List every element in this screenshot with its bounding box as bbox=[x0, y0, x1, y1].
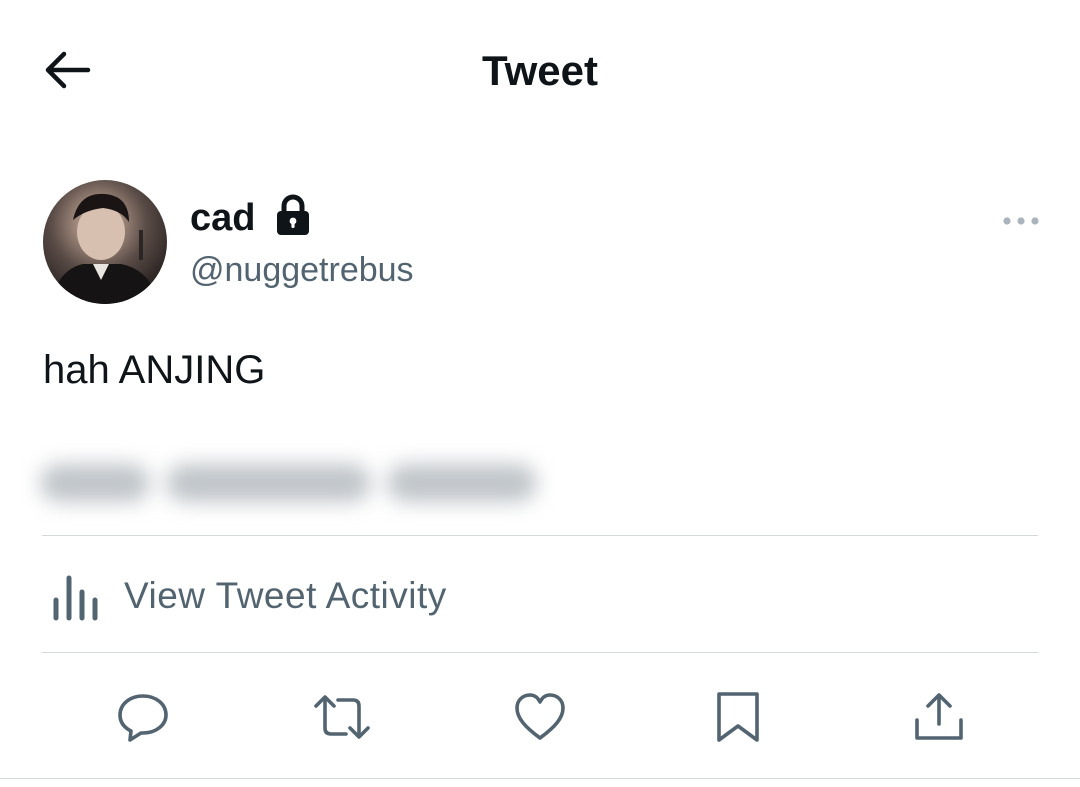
activity-label: View Tweet Activity bbox=[124, 575, 447, 616]
bar-chart-icon bbox=[50, 570, 102, 622]
view-tweet-activity-button[interactable]: View Tweet Activity bbox=[42, 556, 642, 636]
avatar-photo bbox=[51, 193, 159, 304]
divider bbox=[42, 535, 1038, 536]
reply-button[interactable] bbox=[116, 690, 170, 744]
tweet-timestamp-redacted bbox=[40, 448, 600, 518]
bookmark-button[interactable] bbox=[711, 690, 765, 744]
page-title: Tweet bbox=[482, 47, 598, 94]
retweet-button[interactable] bbox=[313, 690, 370, 744]
more-options-button[interactable] bbox=[1000, 210, 1042, 232]
ellipsis-icon bbox=[1003, 217, 1039, 225]
share-icon bbox=[915, 693, 963, 740]
display-name[interactable]: cad bbox=[190, 195, 255, 241]
share-button[interactable] bbox=[912, 690, 966, 744]
divider bbox=[0, 778, 1080, 779]
like-button[interactable] bbox=[513, 690, 567, 744]
divider bbox=[42, 652, 1038, 653]
lock-icon bbox=[274, 194, 312, 236]
tweet-text: hah ANJING bbox=[43, 348, 266, 392]
heart-icon bbox=[515, 693, 565, 740]
avatar[interactable] bbox=[43, 180, 167, 304]
reply-icon bbox=[118, 694, 168, 742]
retweet-icon bbox=[314, 695, 370, 739]
bookmark-icon bbox=[717, 692, 759, 742]
user-handle[interactable]: @nuggetrebus bbox=[190, 248, 414, 292]
